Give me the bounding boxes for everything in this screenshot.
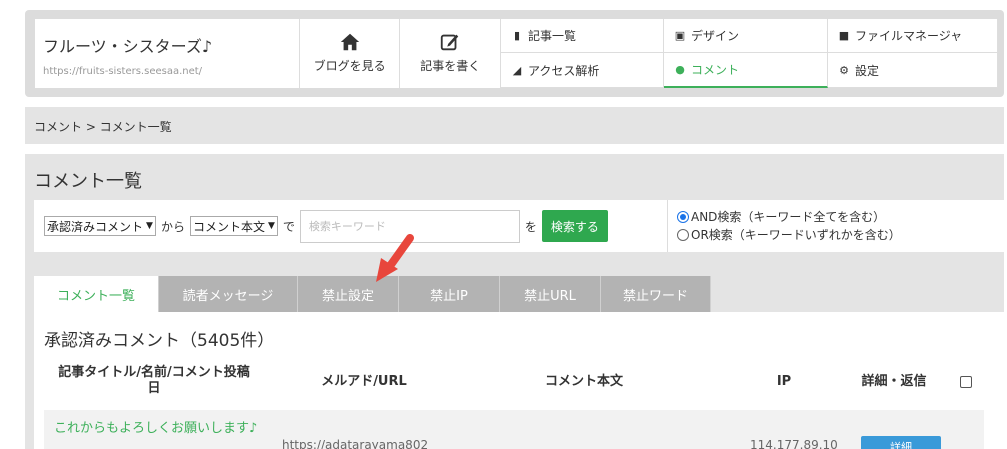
radio-checked-icon[interactable]	[677, 211, 689, 223]
comment-panel: コメント一覧 承認済みコメント ▼ から コメント本文 ▼ で 検索キーワード を …	[25, 154, 1004, 449]
breadcrumb[interactable]: コメント > コメント一覧	[25, 107, 1004, 144]
nav-design[interactable]: ▣ デザイン	[664, 19, 828, 53]
row-ip: 114.177.89.10	[750, 438, 838, 449]
select-all-checkbox[interactable]	[960, 376, 972, 388]
tab-comment-list[interactable]: コメント一覧	[34, 276, 159, 312]
list-title: 承認済みコメント（5405件）	[44, 331, 275, 351]
nav-label: ファイルマネージャ	[855, 29, 963, 43]
article-list-icon: ▮	[513, 29, 521, 42]
from-label: から	[160, 219, 185, 234]
image-icon: ▣	[674, 29, 686, 42]
nav-article-list[interactable]: ▮ 記事一覧	[501, 19, 664, 53]
status-select[interactable]: 承認済みコメント ▼	[44, 216, 156, 236]
file-icon: ■	[838, 29, 850, 42]
divider	[667, 200, 668, 252]
tab-block-url[interactable]: 禁止URL	[500, 276, 601, 312]
gear-icon: ⚙	[839, 63, 849, 77]
nav-comment[interactable]: ● コメント	[664, 53, 828, 88]
nav-settings[interactable]: ⚙ 設定	[828, 53, 998, 88]
de-label: で	[282, 219, 295, 234]
field-select-value: コメント本文	[192, 219, 265, 234]
search-box: 承認済みコメント ▼ から コメント本文 ▼ で 検索キーワード を 検索する AN…	[34, 200, 1004, 252]
page-title: コメント一覧	[34, 171, 142, 192]
column-header-detail: 詳細・返信	[861, 374, 927, 389]
and-search-radio[interactable]: AND検索（キーワード全てを含む）	[677, 208, 901, 226]
row-article-title[interactable]: これからもよろしくお願いします♪	[54, 420, 264, 437]
nav-file-manager[interactable]: ■ ファイルマネージャ	[828, 19, 998, 53]
tab-block-word[interactable]: 禁止ワード	[601, 276, 711, 312]
or-search-radio[interactable]: OR検索（キーワードいずれかを含む）	[677, 226, 901, 244]
chevron-down-icon: ▼	[146, 221, 153, 231]
search-mode: AND検索（キーワード全てを含む） OR検索（キーワードいずれかを含む）	[677, 208, 901, 244]
header-bar: フルーツ・シスターズ♪ https://fruits-sisters.seesa…	[25, 10, 1004, 97]
radio-unchecked-icon[interactable]	[677, 229, 689, 241]
nav-label: 設定	[855, 63, 880, 78]
field-select[interactable]: コメント本文 ▼	[189, 216, 278, 236]
or-search-label: OR検索（キーワードいずれかを含む）	[691, 228, 901, 242]
blog-url[interactable]: https://fruits-sisters.seesaa.net/	[43, 66, 299, 77]
home-icon	[340, 33, 359, 51]
nav-access-analysis[interactable]: ◢ アクセス解析	[501, 53, 664, 88]
search-button[interactable]: 検索する	[541, 210, 608, 242]
tab-reader-messages[interactable]: 読者メッセージ	[159, 276, 298, 312]
view-blog-button[interactable]: ブログを見る	[300, 19, 401, 88]
search-controls: 承認済みコメント ▼ から コメント本文 ▼ で 検索キーワード を 検索する	[44, 209, 608, 243]
comment-list: 承認済みコメント（5405件） 記事タイトル/名前/コメント投稿日 メルアド/U…	[34, 312, 1004, 449]
nav-label: 記事一覧	[528, 29, 577, 43]
write-article-label: 記事を書く	[420, 59, 481, 73]
column-header-title: 記事タイトル/名前/コメント投稿日	[58, 365, 250, 396]
annotation-arrow-icon	[376, 234, 414, 282]
nav-label: コメント	[691, 63, 740, 77]
detail-button[interactable]: 詳細	[861, 436, 941, 449]
view-blog-label: ブログを見る	[313, 59, 386, 73]
column-header-body: コメント本文	[544, 374, 623, 389]
nav-label: アクセス解析	[528, 63, 600, 78]
and-search-label: AND検索（キーワード全てを含む）	[691, 210, 886, 224]
area-chart-icon: ◢	[512, 63, 522, 77]
wo-label: を	[524, 219, 537, 234]
column-header-mail: メルアド/URL	[321, 374, 407, 389]
header-nav: ▮ 記事一覧 ▣ デザイン ■ ファイルマネージャ ◢ アクセス解析 ● コメント ⚙ 設定	[501, 19, 998, 88]
status-select-value: 承認済みコメント	[47, 219, 144, 234]
chevron-down-icon: ▼	[267, 221, 275, 231]
write-article-button[interactable]: 記事を書く	[400, 19, 501, 88]
blog-name[interactable]: フルーツ・シスターズ♪	[43, 33, 299, 57]
nav-label: デザイン	[691, 29, 740, 43]
row-url: https://adatarayama802	[282, 438, 429, 449]
column-header-ip: IP	[776, 374, 792, 389]
comment-icon: ●	[675, 63, 685, 76]
blog-info[interactable]: フルーツ・シスターズ♪ https://fruits-sisters.seesa…	[35, 19, 300, 88]
table-row: これからもよろしくお願いします♪ https://adatarayama802 …	[44, 410, 984, 449]
header-inner: フルーツ・シスターズ♪ https://fruits-sisters.seesa…	[35, 19, 998, 88]
edit-icon	[441, 34, 459, 51]
